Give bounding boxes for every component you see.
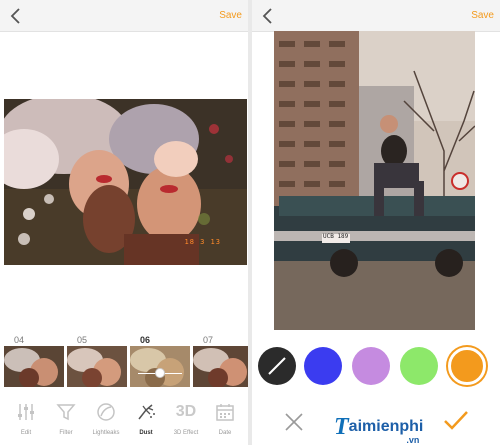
lightleaks-icon [97,403,115,421]
taimienphi-watermark: T aimienphi .vn [334,412,424,445]
filter-number-selected: 06 [140,335,151,345]
color-option-purple[interactable] [352,347,390,385]
left-screen: Save 18 3 13 04 05 06 07 Edit Filter Lig… [0,0,248,445]
watermark-initial: T [334,413,349,440]
action-row: T aimienphi .vn [252,404,500,445]
bottom-toolbar: Edit Filter Lightleaks Dust 3D 3D Effect… [0,400,248,445]
save-button[interactable]: Save [471,10,494,21]
back-icon[interactable] [6,6,26,26]
back-icon[interactable] [258,6,278,26]
funnel-icon [56,404,76,421]
right-screen: Save UCB 189 T aimienphi .vn [252,0,500,445]
color-option-blue[interactable] [304,347,342,385]
dust-icon [138,404,155,420]
no-color-icon [268,357,286,375]
filter-thumbnail[interactable] [193,346,248,387]
filter-thumbnail-selected[interactable] [130,346,190,387]
tool-label: Dust [139,430,153,436]
tool-lightleaks[interactable]: Lightleaks [86,400,126,436]
tool-label: Edit [20,430,32,436]
tool-date[interactable]: Date [205,400,245,436]
checkmark-icon[interactable] [442,408,470,432]
watermark-text: aimienphi [348,418,424,435]
filter-thumbnail[interactable] [4,346,64,387]
color-picker [252,347,500,389]
license-plate: UCB 189 [323,233,349,240]
tool-3d-effect[interactable]: 3D 3D Effect [166,400,206,436]
3d-icon: 3D [175,403,197,420]
top-bar: Save [0,0,248,32]
tool-dust[interactable]: Dust [126,400,166,436]
edited-photo: 18 3 13 [4,99,247,265]
color-option-orange-selected[interactable] [448,347,486,385]
tool-label: Date [218,430,232,436]
edited-photo: UCB 189 [274,31,475,330]
filter-thumbnail-strip[interactable] [4,346,248,387]
tool-label: Lightleaks [92,430,120,436]
tool-filter[interactable]: Filter [46,400,86,436]
tool-label: Filter [59,430,73,436]
filter-number: 04 [14,335,25,345]
filter-number: 05 [77,335,88,345]
filter-thumbnail[interactable] [67,346,127,387]
color-option-green[interactable] [400,347,438,385]
close-icon[interactable] [282,410,306,434]
calendar-icon [216,404,234,421]
photo-date-stamp: 18 3 13 [184,238,221,246]
filter-number: 07 [203,335,214,345]
sliders-icon [18,404,34,420]
top-bar: Save [252,0,500,32]
watermark-suffix: .vn [406,435,420,445]
color-option-none[interactable] [258,347,296,385]
save-button[interactable]: Save [219,10,242,21]
tool-edit[interactable]: Edit [6,400,46,436]
intensity-slider-knob[interactable] [155,368,165,378]
tool-label: 3D Effect [173,430,199,436]
